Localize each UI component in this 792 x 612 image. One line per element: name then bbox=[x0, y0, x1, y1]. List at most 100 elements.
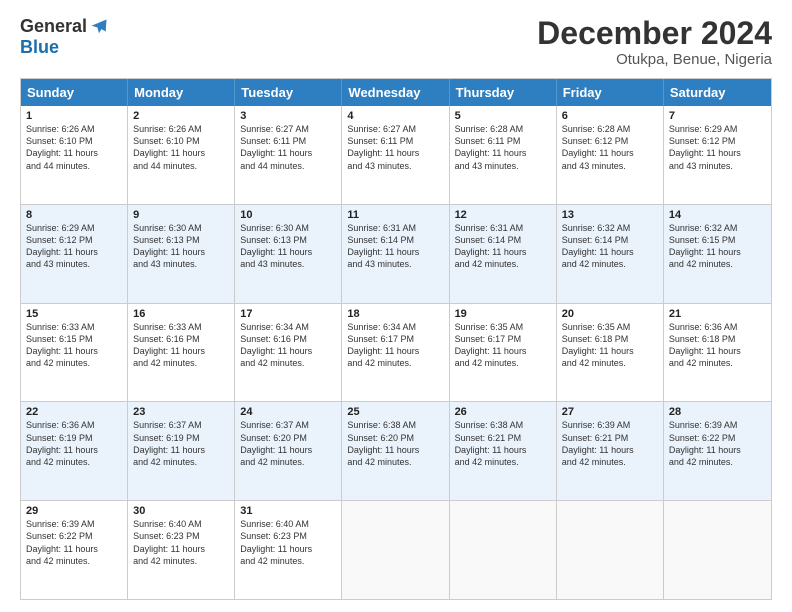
cell-text: Sunrise: 6:27 AMSunset: 6:11 PMDaylight:… bbox=[240, 123, 336, 172]
calendar-cell: 17Sunrise: 6:34 AMSunset: 6:16 PMDayligh… bbox=[235, 304, 342, 402]
cell-text: Sunrise: 6:29 AMSunset: 6:12 PMDaylight:… bbox=[669, 123, 766, 172]
day-number: 2 bbox=[133, 110, 229, 122]
calendar-header: SundayMondayTuesdayWednesdayThursdayFrid… bbox=[21, 79, 771, 106]
calendar: SundayMondayTuesdayWednesdayThursdayFrid… bbox=[20, 78, 772, 600]
cell-text: Sunrise: 6:30 AMSunset: 6:13 PMDaylight:… bbox=[240, 222, 336, 271]
day-number: 20 bbox=[562, 308, 658, 320]
calendar-cell: 22Sunrise: 6:36 AMSunset: 6:19 PMDayligh… bbox=[21, 402, 128, 500]
calendar-cell: 16Sunrise: 6:33 AMSunset: 6:16 PMDayligh… bbox=[128, 304, 235, 402]
cell-text: Sunrise: 6:39 AMSunset: 6:22 PMDaylight:… bbox=[26, 518, 122, 567]
day-number: 10 bbox=[240, 209, 336, 221]
cell-text: Sunrise: 6:31 AMSunset: 6:14 PMDaylight:… bbox=[455, 222, 551, 271]
cell-text: Sunrise: 6:32 AMSunset: 6:14 PMDaylight:… bbox=[562, 222, 658, 271]
calendar-cell: 10Sunrise: 6:30 AMSunset: 6:13 PMDayligh… bbox=[235, 205, 342, 303]
logo-bird-icon bbox=[89, 17, 109, 37]
calendar-cell: 19Sunrise: 6:35 AMSunset: 6:17 PMDayligh… bbox=[450, 304, 557, 402]
cell-text: Sunrise: 6:28 AMSunset: 6:12 PMDaylight:… bbox=[562, 123, 658, 172]
calendar-cell bbox=[664, 501, 771, 599]
logo: General Blue bbox=[20, 16, 109, 58]
day-number: 12 bbox=[455, 209, 551, 221]
calendar-body: 1Sunrise: 6:26 AMSunset: 6:10 PMDaylight… bbox=[21, 106, 771, 599]
cell-text: Sunrise: 6:35 AMSunset: 6:18 PMDaylight:… bbox=[562, 321, 658, 370]
header: General Blue December 2024 Otukpa, Benue… bbox=[20, 16, 772, 68]
day-number: 22 bbox=[26, 406, 122, 418]
calendar-cell bbox=[342, 501, 449, 599]
day-number: 7 bbox=[669, 110, 766, 122]
day-number: 9 bbox=[133, 209, 229, 221]
calendar-header-cell: Tuesday bbox=[235, 79, 342, 106]
day-number: 3 bbox=[240, 110, 336, 122]
logo-blue: Blue bbox=[20, 37, 59, 58]
calendar-cell bbox=[450, 501, 557, 599]
title-section: December 2024 Otukpa, Benue, Nigeria bbox=[537, 16, 772, 68]
calendar-cell: 15Sunrise: 6:33 AMSunset: 6:15 PMDayligh… bbox=[21, 304, 128, 402]
day-number: 11 bbox=[347, 209, 443, 221]
calendar-cell: 13Sunrise: 6:32 AMSunset: 6:14 PMDayligh… bbox=[557, 205, 664, 303]
cell-text: Sunrise: 6:40 AMSunset: 6:23 PMDaylight:… bbox=[240, 518, 336, 567]
calendar-cell: 26Sunrise: 6:38 AMSunset: 6:21 PMDayligh… bbox=[450, 402, 557, 500]
calendar-cell: 9Sunrise: 6:30 AMSunset: 6:13 PMDaylight… bbox=[128, 205, 235, 303]
day-number: 5 bbox=[455, 110, 551, 122]
cell-text: Sunrise: 6:33 AMSunset: 6:15 PMDaylight:… bbox=[26, 321, 122, 370]
day-number: 16 bbox=[133, 308, 229, 320]
cell-text: Sunrise: 6:27 AMSunset: 6:11 PMDaylight:… bbox=[347, 123, 443, 172]
calendar-header-cell: Thursday bbox=[450, 79, 557, 106]
calendar-cell: 5Sunrise: 6:28 AMSunset: 6:11 PMDaylight… bbox=[450, 106, 557, 204]
cell-text: Sunrise: 6:39 AMSunset: 6:22 PMDaylight:… bbox=[669, 419, 766, 468]
day-number: 30 bbox=[133, 505, 229, 517]
day-number: 6 bbox=[562, 110, 658, 122]
cell-text: Sunrise: 6:37 AMSunset: 6:20 PMDaylight:… bbox=[240, 419, 336, 468]
calendar-cell: 28Sunrise: 6:39 AMSunset: 6:22 PMDayligh… bbox=[664, 402, 771, 500]
calendar-cell: 24Sunrise: 6:37 AMSunset: 6:20 PMDayligh… bbox=[235, 402, 342, 500]
day-number: 25 bbox=[347, 406, 443, 418]
calendar-cell: 7Sunrise: 6:29 AMSunset: 6:12 PMDaylight… bbox=[664, 106, 771, 204]
calendar-header-cell: Sunday bbox=[21, 79, 128, 106]
cell-text: Sunrise: 6:35 AMSunset: 6:17 PMDaylight:… bbox=[455, 321, 551, 370]
calendar-cell: 8Sunrise: 6:29 AMSunset: 6:12 PMDaylight… bbox=[21, 205, 128, 303]
cell-text: Sunrise: 6:34 AMSunset: 6:16 PMDaylight:… bbox=[240, 321, 336, 370]
day-number: 21 bbox=[669, 308, 766, 320]
calendar-cell: 12Sunrise: 6:31 AMSunset: 6:14 PMDayligh… bbox=[450, 205, 557, 303]
calendar-cell: 6Sunrise: 6:28 AMSunset: 6:12 PMDaylight… bbox=[557, 106, 664, 204]
day-number: 1 bbox=[26, 110, 122, 122]
logo-text: General bbox=[20, 16, 109, 37]
subtitle: Otukpa, Benue, Nigeria bbox=[537, 51, 772, 68]
day-number: 15 bbox=[26, 308, 122, 320]
cell-text: Sunrise: 6:32 AMSunset: 6:15 PMDaylight:… bbox=[669, 222, 766, 271]
calendar-cell: 27Sunrise: 6:39 AMSunset: 6:21 PMDayligh… bbox=[557, 402, 664, 500]
day-number: 14 bbox=[669, 209, 766, 221]
page: General Blue December 2024 Otukpa, Benue… bbox=[0, 0, 792, 612]
cell-text: Sunrise: 6:36 AMSunset: 6:18 PMDaylight:… bbox=[669, 321, 766, 370]
day-number: 18 bbox=[347, 308, 443, 320]
calendar-cell bbox=[557, 501, 664, 599]
calendar-cell: 4Sunrise: 6:27 AMSunset: 6:11 PMDaylight… bbox=[342, 106, 449, 204]
day-number: 29 bbox=[26, 505, 122, 517]
calendar-row: 1Sunrise: 6:26 AMSunset: 6:10 PMDaylight… bbox=[21, 106, 771, 205]
calendar-cell: 21Sunrise: 6:36 AMSunset: 6:18 PMDayligh… bbox=[664, 304, 771, 402]
cell-text: Sunrise: 6:38 AMSunset: 6:20 PMDaylight:… bbox=[347, 419, 443, 468]
day-number: 19 bbox=[455, 308, 551, 320]
main-title: December 2024 bbox=[537, 16, 772, 51]
cell-text: Sunrise: 6:31 AMSunset: 6:14 PMDaylight:… bbox=[347, 222, 443, 271]
logo-general: General bbox=[20, 16, 87, 37]
calendar-cell: 29Sunrise: 6:39 AMSunset: 6:22 PMDayligh… bbox=[21, 501, 128, 599]
day-number: 31 bbox=[240, 505, 336, 517]
calendar-header-cell: Friday bbox=[557, 79, 664, 106]
day-number: 17 bbox=[240, 308, 336, 320]
cell-text: Sunrise: 6:29 AMSunset: 6:12 PMDaylight:… bbox=[26, 222, 122, 271]
calendar-cell: 25Sunrise: 6:38 AMSunset: 6:20 PMDayligh… bbox=[342, 402, 449, 500]
calendar-cell: 11Sunrise: 6:31 AMSunset: 6:14 PMDayligh… bbox=[342, 205, 449, 303]
calendar-cell: 18Sunrise: 6:34 AMSunset: 6:17 PMDayligh… bbox=[342, 304, 449, 402]
day-number: 28 bbox=[669, 406, 766, 418]
calendar-row: 8Sunrise: 6:29 AMSunset: 6:12 PMDaylight… bbox=[21, 205, 771, 304]
calendar-cell: 20Sunrise: 6:35 AMSunset: 6:18 PMDayligh… bbox=[557, 304, 664, 402]
calendar-cell: 30Sunrise: 6:40 AMSunset: 6:23 PMDayligh… bbox=[128, 501, 235, 599]
calendar-row: 29Sunrise: 6:39 AMSunset: 6:22 PMDayligh… bbox=[21, 501, 771, 599]
cell-text: Sunrise: 6:40 AMSunset: 6:23 PMDaylight:… bbox=[133, 518, 229, 567]
calendar-header-cell: Wednesday bbox=[342, 79, 449, 106]
calendar-header-cell: Monday bbox=[128, 79, 235, 106]
calendar-cell: 23Sunrise: 6:37 AMSunset: 6:19 PMDayligh… bbox=[128, 402, 235, 500]
cell-text: Sunrise: 6:37 AMSunset: 6:19 PMDaylight:… bbox=[133, 419, 229, 468]
calendar-row: 22Sunrise: 6:36 AMSunset: 6:19 PMDayligh… bbox=[21, 402, 771, 501]
cell-text: Sunrise: 6:34 AMSunset: 6:17 PMDaylight:… bbox=[347, 321, 443, 370]
